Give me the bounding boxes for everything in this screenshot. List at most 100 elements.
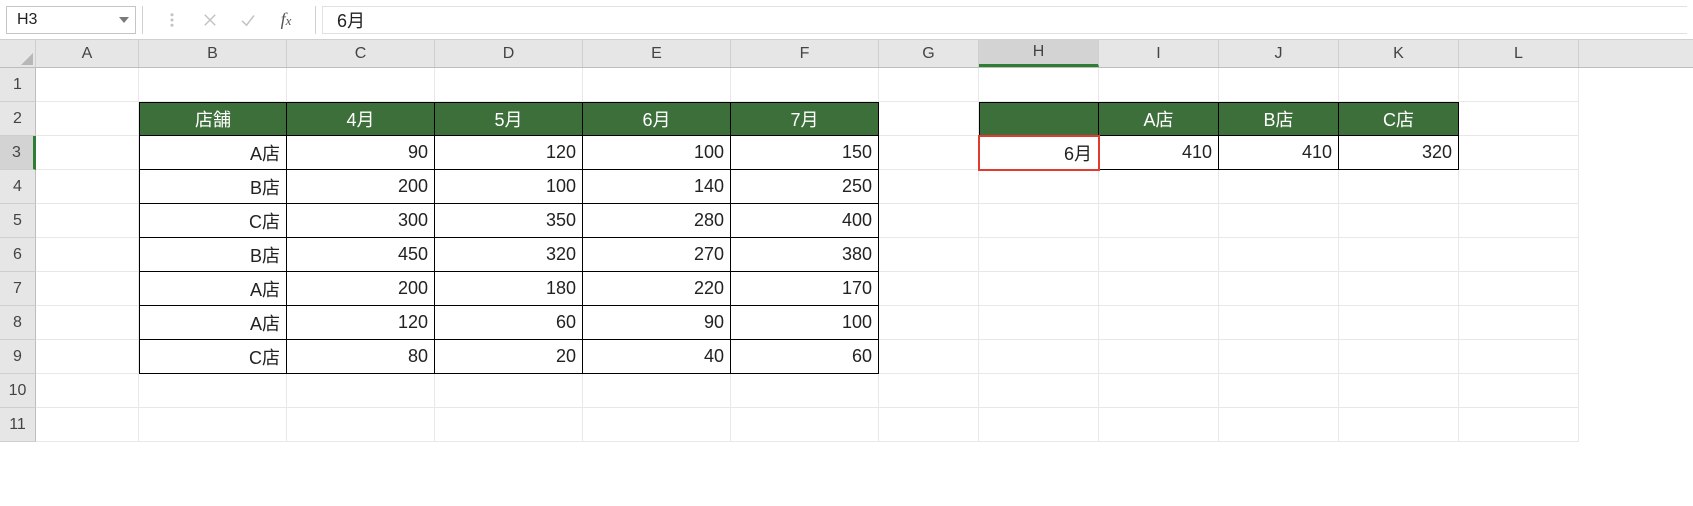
cell-J7[interactable] — [1219, 272, 1339, 306]
cell-D8[interactable]: 60 — [435, 306, 583, 340]
cell-J1[interactable] — [1219, 68, 1339, 102]
cell-E1[interactable] — [583, 68, 731, 102]
row-header-3[interactable]: 3 — [0, 136, 36, 170]
table2-header-c[interactable]: C店 — [1339, 102, 1459, 136]
cell-J4[interactable] — [1219, 170, 1339, 204]
table1-header-may[interactable]: 5月 — [435, 102, 583, 136]
cell-H1[interactable] — [979, 68, 1099, 102]
row-header-7[interactable]: 7 — [0, 272, 36, 306]
cell-K7[interactable] — [1339, 272, 1459, 306]
col-header-D[interactable]: D — [435, 40, 583, 67]
col-header-E[interactable]: E — [583, 40, 731, 67]
row-header-9[interactable]: 9 — [0, 340, 36, 374]
col-header-H[interactable]: H — [979, 40, 1099, 67]
cell-L10[interactable] — [1459, 374, 1579, 408]
cell-D11[interactable] — [435, 408, 583, 442]
cell-B10[interactable] — [139, 374, 287, 408]
row-header-4[interactable]: 4 — [0, 170, 36, 204]
col-header-L[interactable]: L — [1459, 40, 1579, 67]
cell-I6[interactable] — [1099, 238, 1219, 272]
cell-J11[interactable] — [1219, 408, 1339, 442]
cell-G11[interactable] — [879, 408, 979, 442]
cell-L2[interactable] — [1459, 102, 1579, 136]
table1-header-apr[interactable]: 4月 — [287, 102, 435, 136]
cell-B1[interactable] — [139, 68, 287, 102]
cell-C10[interactable] — [287, 374, 435, 408]
cell-H3[interactable]: 6月 — [979, 136, 1099, 170]
cell-E11[interactable] — [583, 408, 731, 442]
cell-G7[interactable] — [879, 272, 979, 306]
cell-F8[interactable]: 100 — [731, 306, 879, 340]
cell-D7[interactable]: 180 — [435, 272, 583, 306]
cell-F6[interactable]: 380 — [731, 238, 879, 272]
cell-H6[interactable] — [979, 238, 1099, 272]
cell-I1[interactable] — [1099, 68, 1219, 102]
table1-header-store[interactable]: 店舗 — [139, 102, 287, 136]
cell-H7[interactable] — [979, 272, 1099, 306]
cell-K9[interactable] — [1339, 340, 1459, 374]
cell-C6[interactable]: 450 — [287, 238, 435, 272]
table1-header-jun[interactable]: 6月 — [583, 102, 731, 136]
cell-B4[interactable]: B店 — [139, 170, 287, 204]
cell-F5[interactable]: 400 — [731, 204, 879, 238]
cell-G9[interactable] — [879, 340, 979, 374]
cell-H9[interactable] — [979, 340, 1099, 374]
cell-K4[interactable] — [1339, 170, 1459, 204]
cell-C9[interactable]: 80 — [287, 340, 435, 374]
cell-K10[interactable] — [1339, 374, 1459, 408]
cell-A1[interactable] — [36, 68, 139, 102]
row-header-5[interactable]: 5 — [0, 204, 36, 238]
cell-K5[interactable] — [1339, 204, 1459, 238]
cell-L6[interactable] — [1459, 238, 1579, 272]
cell-C3[interactable]: 90 — [287, 136, 435, 170]
cell-C7[interactable]: 200 — [287, 272, 435, 306]
cell-F10[interactable] — [731, 374, 879, 408]
cell-F1[interactable] — [731, 68, 879, 102]
cell-C1[interactable] — [287, 68, 435, 102]
cell-J6[interactable] — [1219, 238, 1339, 272]
cell-F9[interactable]: 60 — [731, 340, 879, 374]
cell-G5[interactable] — [879, 204, 979, 238]
cell-D5[interactable]: 350 — [435, 204, 583, 238]
select-all-corner[interactable] — [0, 40, 36, 67]
cell-A3[interactable] — [36, 136, 139, 170]
row-header-8[interactable]: 8 — [0, 306, 36, 340]
cell-D4[interactable]: 100 — [435, 170, 583, 204]
cell-D9[interactable]: 20 — [435, 340, 583, 374]
cell-L4[interactable] — [1459, 170, 1579, 204]
cell-B11[interactable] — [139, 408, 287, 442]
cell-E6[interactable]: 270 — [583, 238, 731, 272]
cell-F4[interactable]: 250 — [731, 170, 879, 204]
cell-J3[interactable]: 410 — [1219, 136, 1339, 170]
cell-J10[interactable] — [1219, 374, 1339, 408]
cell-I9[interactable] — [1099, 340, 1219, 374]
cell-I4[interactable] — [1099, 170, 1219, 204]
cell-L11[interactable] — [1459, 408, 1579, 442]
cell-E7[interactable]: 220 — [583, 272, 731, 306]
cell-A8[interactable] — [36, 306, 139, 340]
cell-E10[interactable] — [583, 374, 731, 408]
cell-G3[interactable] — [879, 136, 979, 170]
cell-E9[interactable]: 40 — [583, 340, 731, 374]
cell-L8[interactable] — [1459, 306, 1579, 340]
cell-B3[interactable]: A店 — [139, 136, 287, 170]
cell-I8[interactable] — [1099, 306, 1219, 340]
row-header-10[interactable]: 10 — [0, 374, 36, 408]
cell-L1[interactable] — [1459, 68, 1579, 102]
table1-header-jul[interactable]: 7月 — [731, 102, 879, 136]
table2-header-b[interactable]: B店 — [1219, 102, 1339, 136]
cell-I5[interactable] — [1099, 204, 1219, 238]
cell-C5[interactable]: 300 — [287, 204, 435, 238]
cell-I7[interactable] — [1099, 272, 1219, 306]
cell-D1[interactable] — [435, 68, 583, 102]
cell-F7[interactable]: 170 — [731, 272, 879, 306]
cell-K1[interactable] — [1339, 68, 1459, 102]
cell-K11[interactable] — [1339, 408, 1459, 442]
fx-icon[interactable]: fx — [273, 7, 299, 33]
cell-G4[interactable] — [879, 170, 979, 204]
cell-K3[interactable]: 320 — [1339, 136, 1459, 170]
formula-input[interactable]: 6月 — [322, 6, 1687, 34]
cell-A7[interactable] — [36, 272, 139, 306]
cell-I3[interactable]: 410 — [1099, 136, 1219, 170]
cell-G6[interactable] — [879, 238, 979, 272]
